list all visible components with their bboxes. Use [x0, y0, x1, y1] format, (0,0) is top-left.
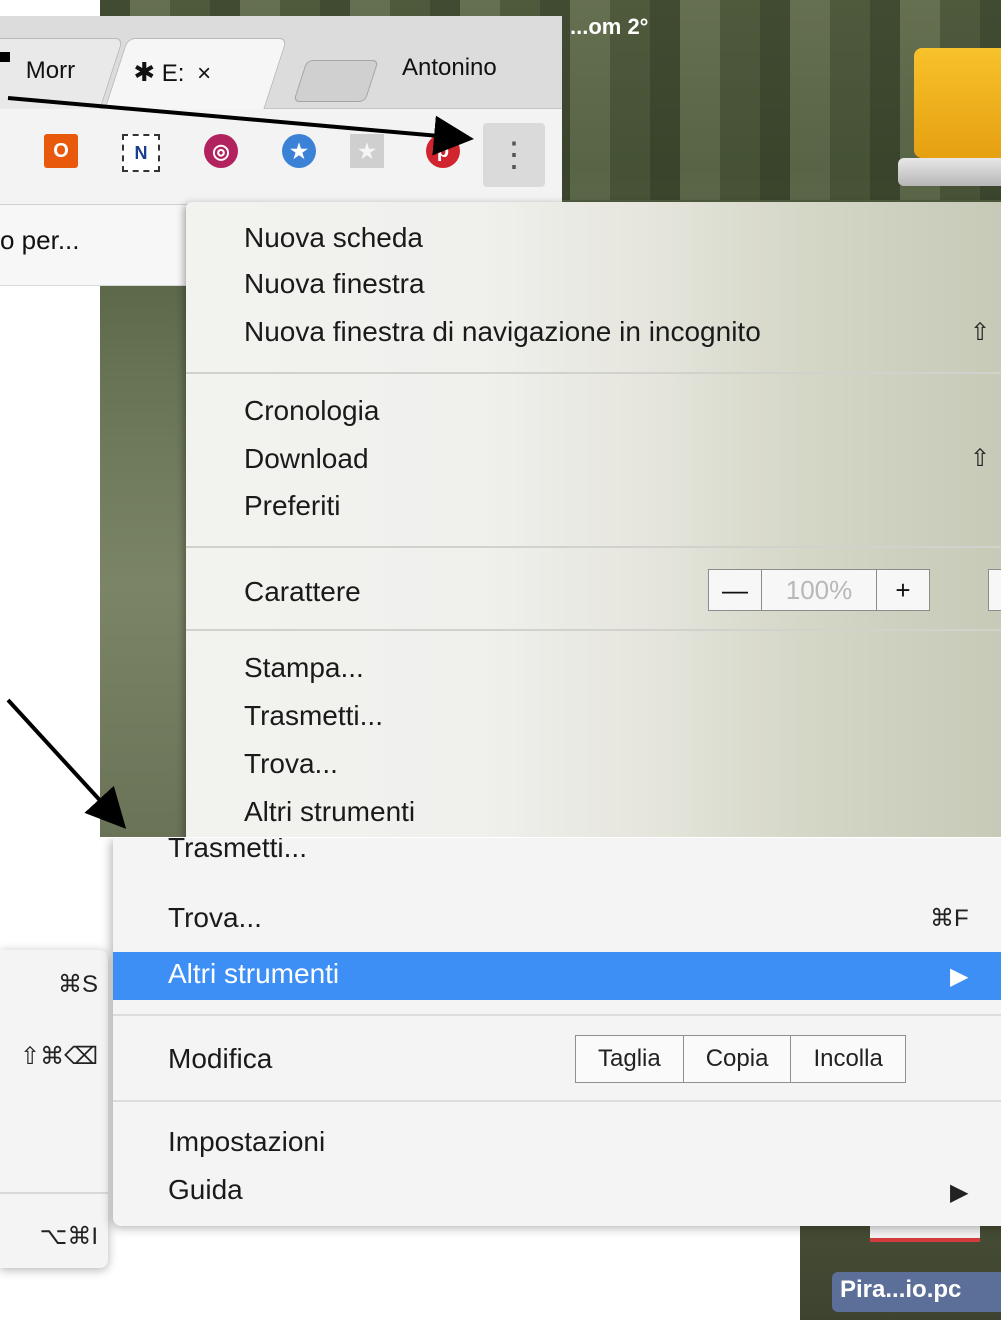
menu-item-cast[interactable]: Trasmetti...	[168, 838, 307, 864]
chrome-menu	[113, 838, 1001, 1226]
devtools-shortcut: ⌥⌘I	[39, 1223, 98, 1250]
arrow-to-more-tools	[6, 698, 127, 829]
desktop-file-label[interactable]: Pira...io.pc	[832, 1272, 1001, 1312]
clear-data-shortcut: ⇧⌘⌫	[19, 1043, 98, 1070]
menu-separator	[113, 1014, 1001, 1016]
arrow-to-menu-button	[7, 96, 474, 156]
chevron-right-icon: ▶	[950, 1179, 969, 1206]
top-screenshot: ...om 2° Morr ✱ E: × Antonino O N ◎ ★ ★	[0, 0, 1001, 837]
menu-item-more-tools[interactable]: Altri strumenti	[168, 958, 339, 990]
annotation-arrows	[0, 52, 474, 829]
cut-button[interactable]: Taglia	[576, 1036, 684, 1082]
save-shortcut: ⌘S	[57, 971, 98, 998]
copy-button[interactable]: Copia	[684, 1036, 792, 1082]
find-shortcut: ⌘F	[930, 905, 969, 932]
menu-item-find[interactable]: Trova...	[168, 902, 262, 934]
bottom-screenshot: Pira...io.pc ⌘S ⇧⌘⌫ ⌥⌘I Trasmetti... Tro…	[0, 838, 1001, 1320]
edit-button-group: Taglia Copia Incolla	[575, 1035, 906, 1083]
menu-separator	[113, 1100, 1001, 1102]
menu-separator	[0, 1192, 108, 1194]
menu-item-help[interactable]: Guida	[168, 1174, 243, 1206]
annotation-dot	[0, 52, 10, 62]
paste-button[interactable]: Incolla	[791, 1036, 904, 1082]
chevron-right-icon: ▶	[950, 963, 969, 990]
menu-item-edit: Modifica	[168, 1043, 273, 1074]
more-tools-submenu: ⌘S ⇧⌘⌫ ⌥⌘I	[0, 950, 108, 1268]
menu-item-settings[interactable]: Impostazioni	[168, 1126, 325, 1158]
